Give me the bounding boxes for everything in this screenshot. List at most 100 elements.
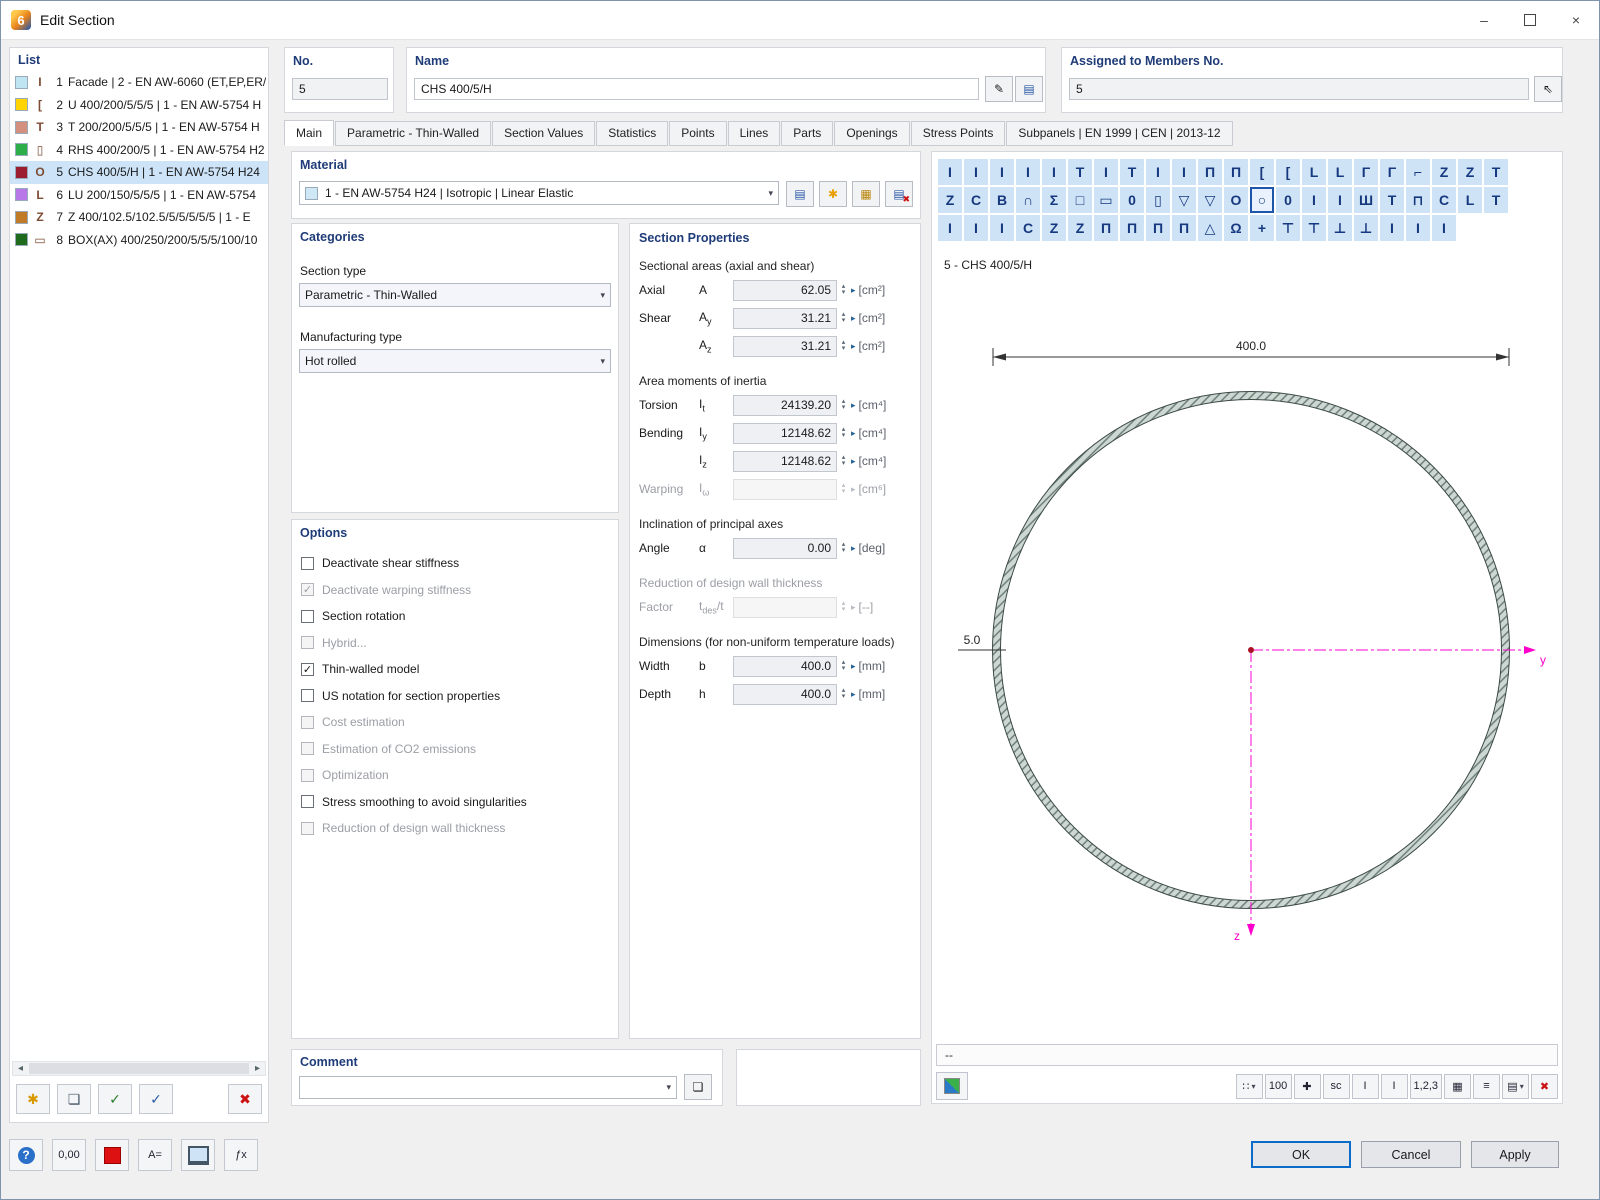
rename-button[interactable]: ✎ bbox=[985, 76, 1013, 102]
list-item[interactable]: I1Facade | 2 - EN AW-6060 (ET,EP,ER/ bbox=[10, 71, 268, 94]
shape-type-icon[interactable]: I bbox=[964, 159, 988, 185]
shape-type-icon[interactable]: I bbox=[1016, 159, 1040, 185]
spinner-arrows[interactable]: ▴▾ bbox=[838, 427, 849, 439]
option-thin-walled-model[interactable]: ✓Thin-walled model bbox=[292, 656, 618, 683]
shape-type-icon[interactable]: ▯ bbox=[1146, 187, 1170, 213]
help-button[interactable]: ? bbox=[9, 1139, 43, 1171]
stress-points-button[interactable]: sc bbox=[1323, 1074, 1350, 1099]
shape-type-icon[interactable]: Π bbox=[1172, 215, 1196, 241]
shape-type-icon[interactable]: Z bbox=[938, 187, 962, 213]
shape-type-icon[interactable]: ⌐ bbox=[1406, 159, 1430, 185]
list-item[interactable]: ▯4RHS 400/200/5 | 1 - EN AW-5754 H2 bbox=[10, 139, 268, 162]
checkbox[interactable]: ✓ bbox=[301, 663, 314, 676]
axes-display-button[interactable]: ✚ bbox=[1294, 1074, 1321, 1099]
shape-type-icon[interactable]: ⊥ bbox=[1354, 215, 1378, 241]
list-item[interactable]: O5CHS 400/5/H | 1 - EN AW-5754 H24 bbox=[10, 161, 268, 184]
spinner-arrows[interactable]: ▴▾ bbox=[838, 660, 849, 672]
shape-type-icon[interactable]: □ bbox=[1068, 187, 1092, 213]
outline-button[interactable]: I bbox=[1381, 1074, 1408, 1099]
shape-type-icon[interactable]: I bbox=[1094, 159, 1118, 185]
checkbox[interactable] bbox=[301, 689, 314, 702]
shape-type-icon[interactable]: L bbox=[1328, 159, 1352, 185]
shape-type-icon[interactable]: I bbox=[1172, 159, 1196, 185]
scroll-right-icon[interactable]: ▸ bbox=[250, 1063, 265, 1074]
dropdown-arrow-icon[interactable]: ▾ bbox=[1252, 1082, 1256, 1091]
shape-type-icon[interactable]: T bbox=[1484, 159, 1508, 185]
shape-type-icon[interactable]: Ω bbox=[1224, 215, 1248, 241]
spinner-arrows[interactable]: ▴▾ bbox=[838, 340, 849, 352]
shape-type-icon[interactable]: ⊓ bbox=[1406, 187, 1430, 213]
az-field[interactable]: 31.21 bbox=[733, 336, 837, 357]
shape-type-icon[interactable]: ▽ bbox=[1198, 187, 1222, 213]
spinner-arrows[interactable]: ▴▾ bbox=[838, 399, 849, 411]
shape-type-icon[interactable]: C bbox=[964, 187, 988, 213]
shape-type-icon[interactable]: L bbox=[1302, 159, 1326, 185]
shape-type-icon[interactable]: ⊤ bbox=[1302, 215, 1326, 241]
shape-type-icon[interactable]: T bbox=[1380, 187, 1404, 213]
dropdown-arrow-icon[interactable]: ▾ bbox=[1520, 1082, 1524, 1091]
shape-type-icon[interactable]: 0 bbox=[1276, 187, 1300, 213]
iz-field[interactable]: 12148.62 bbox=[733, 451, 837, 472]
shape-type-icon[interactable]: L bbox=[1458, 187, 1482, 213]
shape-type-icon[interactable]: ▭ bbox=[1094, 187, 1118, 213]
tab-points[interactable]: Points bbox=[669, 121, 726, 146]
table-view-button[interactable]: ▦ bbox=[1444, 1074, 1471, 1099]
view-settings-button[interactable] bbox=[936, 1072, 968, 1100]
shape-type-icon[interactable]: ∩ bbox=[1016, 187, 1040, 213]
shape-type-icon[interactable]: I bbox=[1042, 159, 1066, 185]
shape-type-icon[interactable]: I bbox=[1328, 187, 1352, 213]
material-library-button[interactable]: ▤ bbox=[786, 181, 814, 207]
name-library-button[interactable]: ▤ bbox=[1015, 76, 1043, 102]
list-item[interactable]: Z7Z 400/102.5/102.5/5/5/5/5/5 | 1 - E bbox=[10, 206, 268, 229]
shape-type-icon[interactable]: Π bbox=[1146, 215, 1170, 241]
shape-type-icon[interactable]: Z bbox=[1042, 215, 1066, 241]
close-button[interactable]: × bbox=[1553, 1, 1599, 39]
checkbox[interactable] bbox=[301, 795, 314, 808]
torsion-field[interactable]: 24139.20 bbox=[733, 395, 837, 416]
maximize-button[interactable] bbox=[1507, 1, 1553, 39]
material-combo[interactable]: 1 - EN AW-5754 H24 | Isotropic | Linear … bbox=[299, 181, 779, 205]
shape-type-icon[interactable]: [ bbox=[1250, 159, 1274, 185]
chevron-down-icon[interactable]: ▾ bbox=[764, 188, 773, 199]
check-section-button[interactable]: ✓ bbox=[98, 1084, 132, 1114]
shape-type-icon[interactable]: ⊥ bbox=[1328, 215, 1352, 241]
delete-section-button[interactable]: ✖ bbox=[228, 1084, 262, 1114]
shape-type-icon[interactable]: I bbox=[1302, 187, 1326, 213]
shape-type-icon[interactable]: Γ bbox=[1380, 159, 1404, 185]
tab-parametric-thin-walled[interactable]: Parametric - Thin-Walled bbox=[335, 121, 491, 146]
option-deactivate-shear-stiffness[interactable]: Deactivate shear stiffness bbox=[292, 550, 618, 577]
shape-type-icon[interactable]: 0 bbox=[1120, 187, 1144, 213]
tab-stress-points[interactable]: Stress Points bbox=[911, 121, 1006, 146]
comment-combo[interactable]: ▾ bbox=[299, 1076, 677, 1099]
chevron-down-icon[interactable]: ▾ bbox=[596, 356, 605, 367]
check-import-button[interactable]: ✓ bbox=[139, 1084, 173, 1114]
print-button[interactable]: ▤▾ bbox=[1502, 1074, 1529, 1099]
tab-lines[interactable]: Lines bbox=[728, 121, 781, 146]
shape-type-icon[interactable]: B bbox=[990, 187, 1014, 213]
shape-type-icon[interactable]: C bbox=[1016, 215, 1040, 241]
list-horizontal-scrollbar[interactable]: ◂ ▸ bbox=[12, 1061, 266, 1076]
scroll-left-icon[interactable]: ◂ bbox=[13, 1063, 28, 1074]
material-delete-button[interactable]: ▤✖ bbox=[885, 181, 913, 207]
shape-type-icon[interactable]: [ bbox=[1276, 159, 1300, 185]
tab-statistics[interactable]: Statistics bbox=[596, 121, 668, 146]
manufacturing-type-combo[interactable]: Hot rolled ▾ bbox=[299, 349, 611, 373]
shape-type-icon[interactable]: T bbox=[1120, 159, 1144, 185]
spinner-arrows[interactable]: ▴▾ bbox=[838, 688, 849, 700]
width-field[interactable]: 400.0 bbox=[733, 656, 837, 677]
units-button[interactable]: 0,00 bbox=[52, 1139, 86, 1171]
expander-arrow-icon[interactable]: ▸ bbox=[851, 341, 856, 352]
tab-subpanels-en-1999-cen-2013-12[interactable]: Subpanels | EN 1999 | CEN | 2013-12 bbox=[1006, 121, 1232, 146]
shape-type-icon[interactable]: I bbox=[964, 215, 988, 241]
list-item[interactable]: ▭8BOX(AX) 400/250/200/5/5/5/100/10 bbox=[10, 229, 268, 252]
expander-arrow-icon[interactable]: ▸ bbox=[851, 689, 856, 700]
expander-arrow-icon[interactable]: ▸ bbox=[851, 661, 856, 672]
spinner-arrows[interactable]: ▴▾ bbox=[838, 542, 849, 554]
display-settings-button[interactable] bbox=[181, 1139, 215, 1171]
shape-type-icon[interactable]: ▽ bbox=[1172, 187, 1196, 213]
expander-arrow-icon[interactable]: ▸ bbox=[851, 543, 856, 554]
selection-mode-button[interactable]: ∷▾ bbox=[1236, 1074, 1263, 1099]
shape-type-icon[interactable]: + bbox=[1250, 215, 1274, 241]
shape-type-icon[interactable]: I bbox=[990, 215, 1014, 241]
shape-type-icon[interactable]: Z bbox=[1432, 159, 1456, 185]
